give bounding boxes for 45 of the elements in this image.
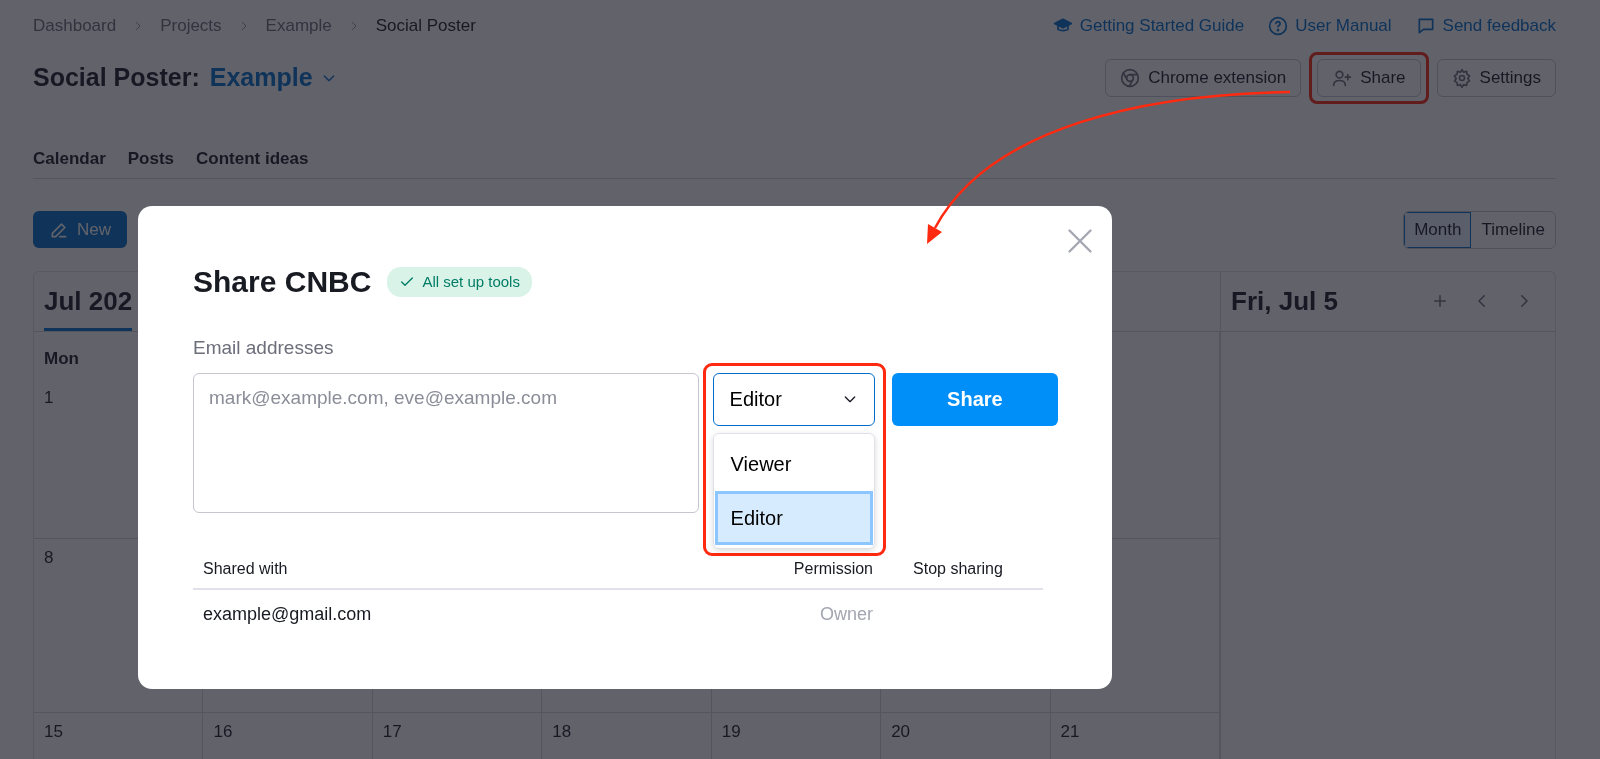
day-number: 17 xyxy=(382,720,403,743)
table-cell: example@gmail.com xyxy=(203,604,372,624)
extension-button[interactable]: Chrome extension xyxy=(1105,59,1302,97)
day-number: 1 xyxy=(44,387,55,409)
tab[interactable]: Calendar xyxy=(33,146,106,172)
view-toggle-button[interactable]: Month xyxy=(1404,211,1472,248)
help-link[interactable]: Getting Started Guide xyxy=(1052,13,1245,39)
day-title: Fri, Jul 5 xyxy=(1231,284,1338,318)
dialog-title: Share CNBC xyxy=(193,264,372,300)
status-badge: All set up tools xyxy=(387,266,532,298)
day-number: 8 xyxy=(44,546,55,569)
plus-icon xyxy=(1431,292,1449,310)
close-icon xyxy=(1066,227,1094,255)
month-label: Jul 202 xyxy=(44,281,133,331)
help-link[interactable]: Send feedback xyxy=(1415,13,1556,39)
day-number: 21 xyxy=(1060,720,1081,743)
new-button[interactable]: New xyxy=(33,211,127,248)
day-number: 18 xyxy=(552,720,573,743)
breadcrumb-current: Social Poster xyxy=(375,15,476,38)
tab[interactable]: Content ideas xyxy=(196,146,309,172)
weekday-label: Mon xyxy=(44,347,80,370)
field-label: Email addresses xyxy=(193,336,335,360)
add-user-icon xyxy=(1332,68,1353,88)
day-number: 20 xyxy=(891,720,912,743)
settings-icon xyxy=(1451,68,1472,88)
table-cell: Owner xyxy=(820,604,873,624)
day-number: 19 xyxy=(721,720,742,743)
day-number: 16 xyxy=(213,720,234,743)
column-header: Permission xyxy=(793,559,873,577)
column-header: Stop sharing xyxy=(913,559,1003,577)
day-number: 15 xyxy=(44,720,64,743)
help-icon xyxy=(1268,16,1289,36)
page-title: Social Poster: xyxy=(33,62,200,94)
close-button[interactable] xyxy=(1066,227,1094,255)
email-field[interactable]: mark@example.com, eve@example.com xyxy=(193,372,699,513)
circle-logo-icon xyxy=(1120,68,1141,88)
column-header: Shared with xyxy=(203,559,288,577)
share-button[interactable]: Share xyxy=(1317,59,1421,97)
tab[interactable]: Posts xyxy=(127,146,175,172)
project-dropdown[interactable]: Example xyxy=(209,59,337,97)
settings-button[interactable]: Settings xyxy=(1436,59,1556,97)
help-link[interactable]: User Manual xyxy=(1268,13,1392,39)
permission-select[interactable]: Editor xyxy=(712,372,875,426)
share-submit-button[interactable]: Share xyxy=(891,372,1058,426)
dropdown-option[interactable]: Editor xyxy=(714,490,873,545)
